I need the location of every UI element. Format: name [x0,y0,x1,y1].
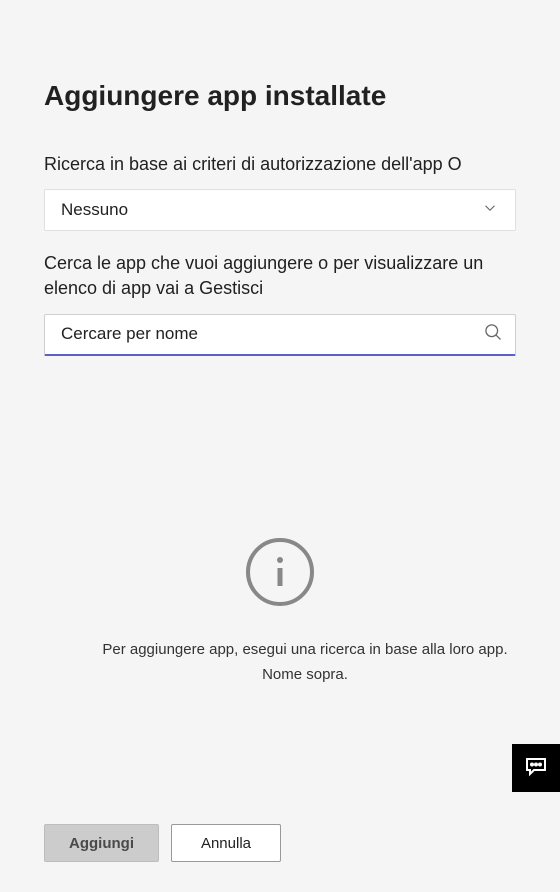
info-icon [244,536,316,613]
cancel-button[interactable]: Annulla [171,824,281,862]
chevron-down-icon [481,199,499,222]
permission-policy-dropdown[interactable]: Nessuno [44,189,516,231]
search-icon [483,322,503,347]
search-label: Cerca le app che vuoi aggiungere o per v… [44,251,516,301]
permission-policy-label: Ricerca in base ai criteri di autorizzaz… [44,152,516,177]
empty-state-message: Per aggiungere app, esegui una ricerca i… [44,637,516,688]
search-input[interactable] [61,324,483,344]
dropdown-selected-value: Nessuno [61,200,128,220]
page-title: Aggiungere app installate [44,80,516,112]
add-button[interactable]: Aggiungi [44,824,159,862]
search-input-wrapper[interactable] [44,314,516,356]
feedback-icon [524,754,548,783]
empty-state: Per aggiungere app, esegui una ricerca i… [44,536,516,688]
feedback-button[interactable] [512,744,560,792]
